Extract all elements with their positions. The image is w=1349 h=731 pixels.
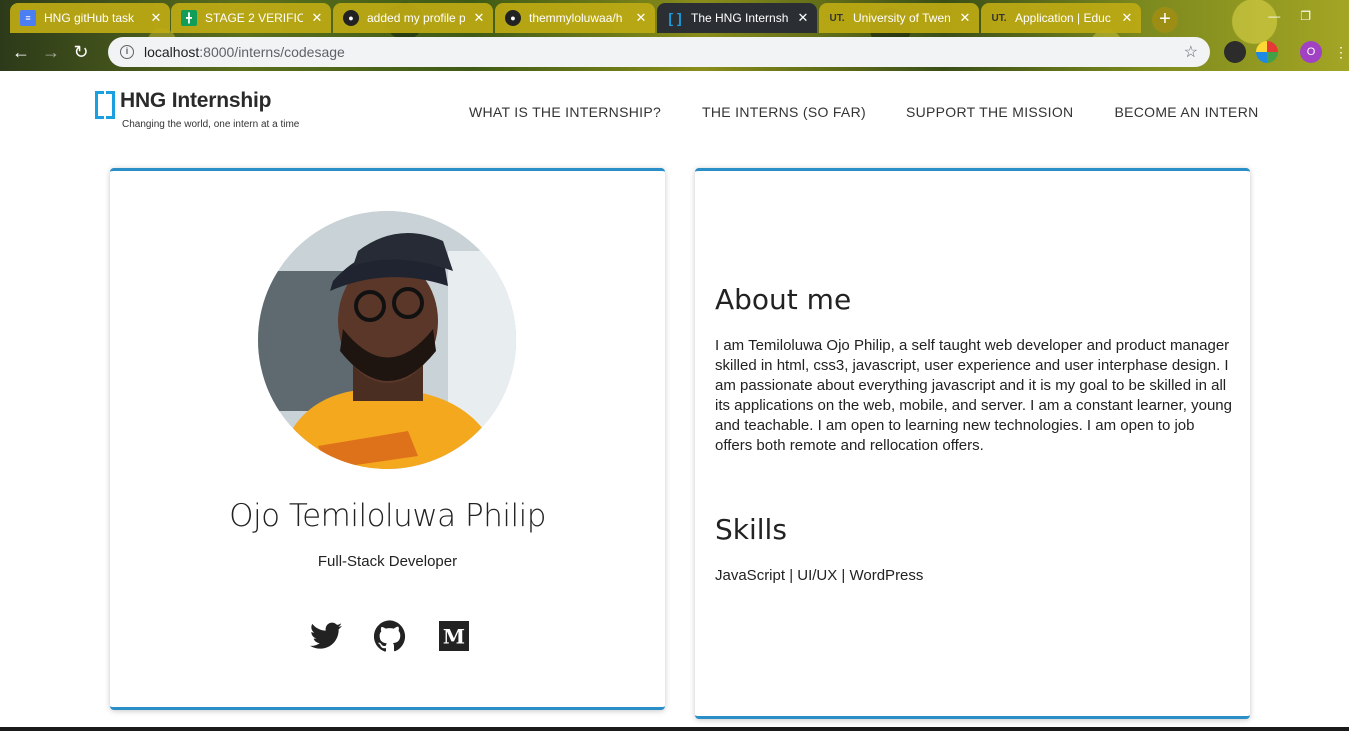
tab-title: added my profile p <box>367 11 465 25</box>
close-icon[interactable]: ✕ <box>473 10 485 26</box>
browser-chrome: ≡ HNG gitHub task ✕ ╋ STAGE 2 VERIFICA ✕… <box>0 0 1349 71</box>
svg-text:M: M <box>443 625 465 649</box>
social-links: M <box>309 619 471 653</box>
github-icon: ● <box>505 10 521 26</box>
skills-text: JavaScript | UI/UX | WordPress <box>715 567 924 584</box>
logo-name: HNG Internship <box>120 89 272 112</box>
close-icon[interactable]: ✕ <box>797 10 809 26</box>
github-icon[interactable] <box>373 619 407 653</box>
google-sheets-icon: ╋ <box>181 10 197 26</box>
tab-hng-github-task[interactable]: ≡ HNG gitHub task ✕ <box>10 3 170 33</box>
reload-button[interactable]: ↻ <box>66 37 96 67</box>
tab-title: Application | Educ <box>1015 11 1111 25</box>
twitter-icon[interactable] <box>309 619 343 653</box>
ut-icon: UT. <box>991 12 1007 24</box>
logo-tagline: Changing the world, one intern at a time <box>122 119 300 130</box>
close-icon[interactable]: ✕ <box>150 10 162 26</box>
hng-bracket-icon <box>95 91 115 119</box>
tab-title: University of Twen <box>853 11 951 25</box>
skills-heading: Skills <box>715 513 787 546</box>
nav-support-the-mission[interactable]: SUPPORT THE MISSION <box>906 104 1074 120</box>
hng-icon: [ ] <box>668 10 682 26</box>
tab-application-education[interactable]: UT. Application | Educ ✕ <box>981 3 1141 33</box>
close-icon[interactable]: ✕ <box>635 10 647 26</box>
tab-strip: ≡ HNG gitHub task ✕ ╋ STAGE 2 VERIFICA ✕… <box>0 3 1349 33</box>
url-path: :8000/interns/codesage <box>199 44 345 60</box>
medium-icon[interactable]: M <box>437 619 471 653</box>
browser-toolbar: ← → ↻ i localhost:8000/interns/codesage … <box>0 35 1349 69</box>
profile-role: Full-Stack Developer <box>317 553 458 570</box>
ut-icon: UT. <box>829 12 845 24</box>
tab-university-of-twente[interactable]: UT. University of Twen ✕ <box>819 3 979 33</box>
tab-added-my-profile[interactable]: ● added my profile p ✕ <box>333 3 493 33</box>
google-docs-icon: ≡ <box>20 10 36 26</box>
about-heading: About me <box>715 283 852 316</box>
tab-title: themmyloluwaa/h <box>529 11 623 25</box>
extension-icon[interactable] <box>1256 41 1278 63</box>
about-text: I am Temiloluwa Ojo Philip, a self taugh… <box>715 337 1232 454</box>
tab-title: STAGE 2 VERIFICA <box>205 11 303 25</box>
info-icon[interactable]: i <box>120 45 134 59</box>
site-header: HNG Internship Changing the world, one i… <box>0 71 1349 151</box>
bookmark-star-icon[interactable]: ☆ <box>1184 42 1198 62</box>
nav-become-an-intern[interactable]: BECOME AN INTERN <box>1114 104 1258 120</box>
taskbar-edge <box>0 727 1349 731</box>
github-icon: ● <box>343 10 359 26</box>
menu-icon[interactable]: ⋮ <box>1334 41 1348 63</box>
back-button[interactable]: ← <box>6 37 36 67</box>
profile-photo <box>258 211 516 469</box>
profile-name: Ojo Temiloluwa Philip <box>229 498 546 534</box>
about-card: About me I am Temiloluwa Ojo Philip, a s… <box>695 168 1250 719</box>
forward-button[interactable]: → <box>36 37 66 67</box>
tab-title: The HNG Internsh <box>691 11 789 25</box>
close-icon[interactable]: ✕ <box>959 10 971 26</box>
close-icon[interactable]: ✕ <box>1121 10 1133 26</box>
main-nav: WHAT IS THE INTERNSHIP? THE INTERNS (SO … <box>469 104 1259 120</box>
profile-photo-illustration <box>258 211 516 469</box>
extension-icon[interactable] <box>1224 41 1246 63</box>
tab-themmyloluwaa[interactable]: ● themmyloluwaa/h ✕ <box>495 3 655 33</box>
url-host: localhost <box>144 44 200 60</box>
nav-the-interns[interactable]: THE INTERNS (SO FAR) <box>702 104 866 120</box>
new-tab-button[interactable]: + <box>1152 7 1178 33</box>
nav-what-is-the-internship[interactable]: WHAT IS THE INTERNSHIP? <box>469 104 661 120</box>
address-bar[interactable]: i localhost:8000/interns/codesage ☆ <box>108 37 1210 67</box>
tab-stage-2-verification[interactable]: ╋ STAGE 2 VERIFICA ✕ <box>171 3 331 33</box>
close-icon[interactable]: ✕ <box>311 10 323 26</box>
window-controls[interactable]: —❐ <box>1268 9 1331 23</box>
tab-title: HNG gitHub task <box>44 11 135 25</box>
profile-card: Ojo Temiloluwa Philip Full-Stack Develop… <box>110 168 665 710</box>
tab-hng-internship[interactable]: [ ] The HNG Internsh ✕ <box>657 3 817 33</box>
profile-avatar[interactable]: O <box>1300 41 1322 63</box>
